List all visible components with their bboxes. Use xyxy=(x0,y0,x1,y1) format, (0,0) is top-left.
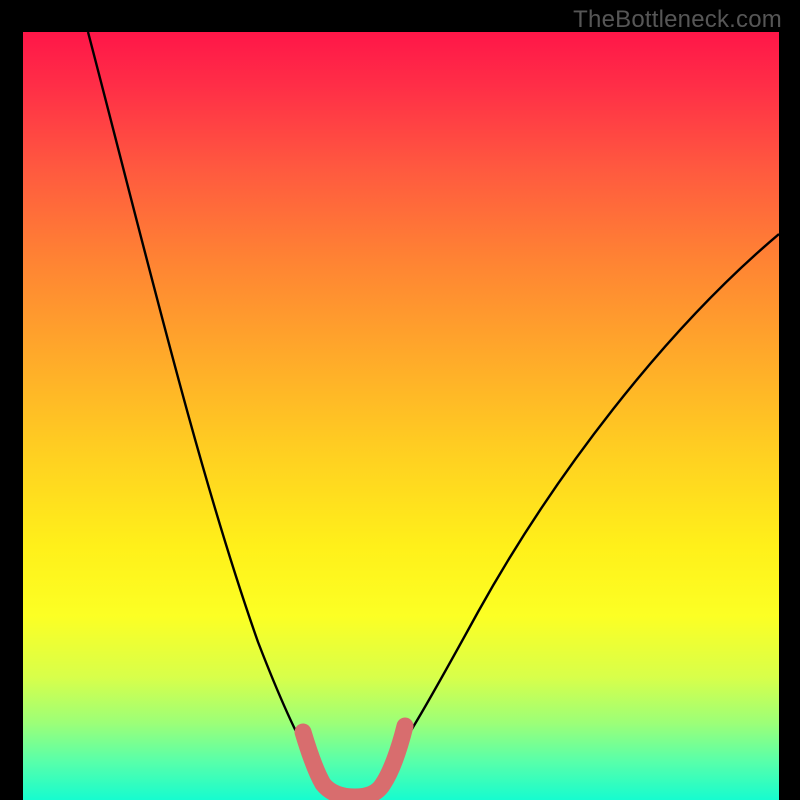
bottom-u-marker xyxy=(303,726,405,797)
curve-left xyxy=(88,32,319,773)
watermark-text: TheBottleneck.com xyxy=(573,6,782,34)
curve-right xyxy=(383,234,779,773)
chart-container: TheBottleneck.com xyxy=(0,0,800,800)
curves-svg xyxy=(23,32,779,800)
plot-area xyxy=(23,32,779,800)
